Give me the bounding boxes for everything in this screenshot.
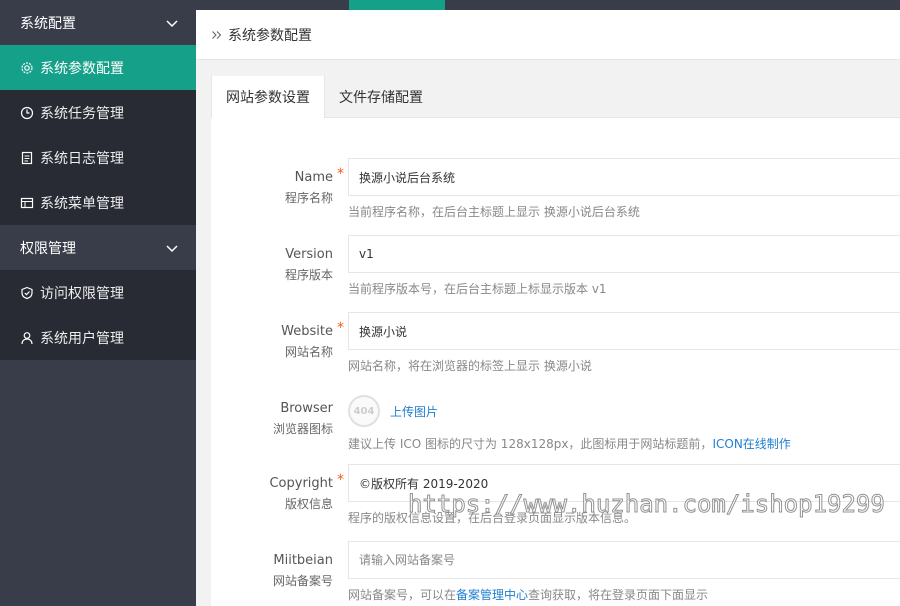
miitbeian-help: 网站备案号，可以在备案管理中心查询获取，将在登录页面下面显示 (348, 588, 709, 602)
settings-panel: 网站参数设置 文件存储配置 Name 程序名称 * 当前程序名称，在后台主标题上… (211, 76, 900, 606)
tab-file-storage[interactable]: 文件存储配置 (325, 76, 437, 118)
icon-maker-link[interactable]: ICON在线制作 (712, 437, 790, 451)
required-asterisk: * (337, 320, 344, 336)
sidebar-item-access-permissions[interactable]: 访问权限管理 (0, 270, 196, 315)
browser-help: 建议上传 ICO 图标的尺寸为 128x128px，此图标用于网站标题前，ICO… (348, 437, 791, 451)
name-input[interactable] (348, 158, 900, 196)
sidebar-group-permissions[interactable]: 权限管理 (0, 225, 196, 270)
watermark: https://www.huzhan.com/ishop19299 (408, 490, 886, 519)
miitbeian-input[interactable] (348, 541, 900, 579)
version-help: 当前程序版本号，在后台主标题上标显示版本 v1 (348, 282, 607, 296)
website-help: 网站名称，将在浏览器的标签上显示 换源小说 (348, 359, 592, 373)
sidebar-item-label: 系统菜单管理 (40, 195, 124, 212)
required-asterisk: * (337, 166, 344, 182)
sidebar-item-label: 系统参数配置 (40, 60, 124, 77)
website-label: Website 网站名称 (281, 324, 333, 359)
sidebar-item-label: 系统用户管理 (40, 330, 124, 347)
log-icon (20, 151, 34, 165)
name-label: Name 程序名称 (284, 170, 333, 205)
filing-center-link[interactable]: 备案管理中心 (456, 588, 528, 602)
user-icon (20, 331, 34, 345)
miitbeian-label: Miitbeian 网站备案号 (272, 553, 333, 588)
sidebar-item-label: 系统任务管理 (40, 105, 124, 122)
sidebar-group-label: 权限管理 (20, 240, 76, 257)
browser-label: Browser 浏览器图标 (272, 401, 333, 436)
copyright-label: Copyright 版权信息 (269, 476, 333, 511)
chevron-down-icon (166, 244, 178, 252)
top-nav-bar (196, 0, 900, 10)
version-label: Version 程序版本 (284, 247, 333, 282)
breadcrumb: 系统参数配置 (196, 10, 900, 60)
sidebar-item-system-menus[interactable]: 系统菜单管理 (0, 180, 196, 225)
tab-site-params[interactable]: 网站参数设置 (211, 76, 325, 118)
upload-image-button[interactable]: 上传图片 (390, 403, 438, 420)
icon-upload: 404 上传图片 (348, 395, 438, 427)
sidebar: 系统配置 系统参数配置 系统任务管理 系统日志管理 系统菜单管理 权限管理 访问… (0, 0, 196, 606)
top-nav-active-tab[interactable] (349, 0, 445, 10)
double-chevron-right-icon (212, 30, 222, 39)
gear-icon (20, 61, 34, 75)
name-help: 当前程序名称，在后台主标题上显示 换源小说后台系统 (348, 205, 640, 219)
required-asterisk: * (337, 472, 344, 488)
sidebar-item-system-users[interactable]: 系统用户管理 (0, 315, 196, 360)
sidebar-group-label: 系统配置 (20, 15, 76, 32)
sidebar-item-label: 系统日志管理 (40, 150, 124, 167)
chevron-down-icon (166, 19, 178, 27)
page-title: 系统参数配置 (228, 27, 312, 44)
website-input[interactable] (348, 312, 900, 350)
shield-icon (20, 286, 34, 300)
sidebar-empty-area (0, 360, 196, 593)
sidebar-item-system-logs[interactable]: 系统日志管理 (0, 135, 196, 180)
sidebar-group-system-config[interactable]: 系统配置 (0, 0, 196, 45)
sidebar-item-label: 访问权限管理 (40, 285, 124, 302)
menu-icon (20, 196, 34, 210)
tab-bar: 网站参数设置 文件存储配置 (211, 76, 900, 118)
clock-icon (20, 106, 34, 120)
favicon-preview: 404 (348, 395, 380, 427)
sidebar-item-system-params[interactable]: 系统参数配置 (0, 45, 196, 90)
version-input[interactable] (348, 235, 900, 273)
sidebar-item-system-tasks[interactable]: 系统任务管理 (0, 90, 196, 135)
